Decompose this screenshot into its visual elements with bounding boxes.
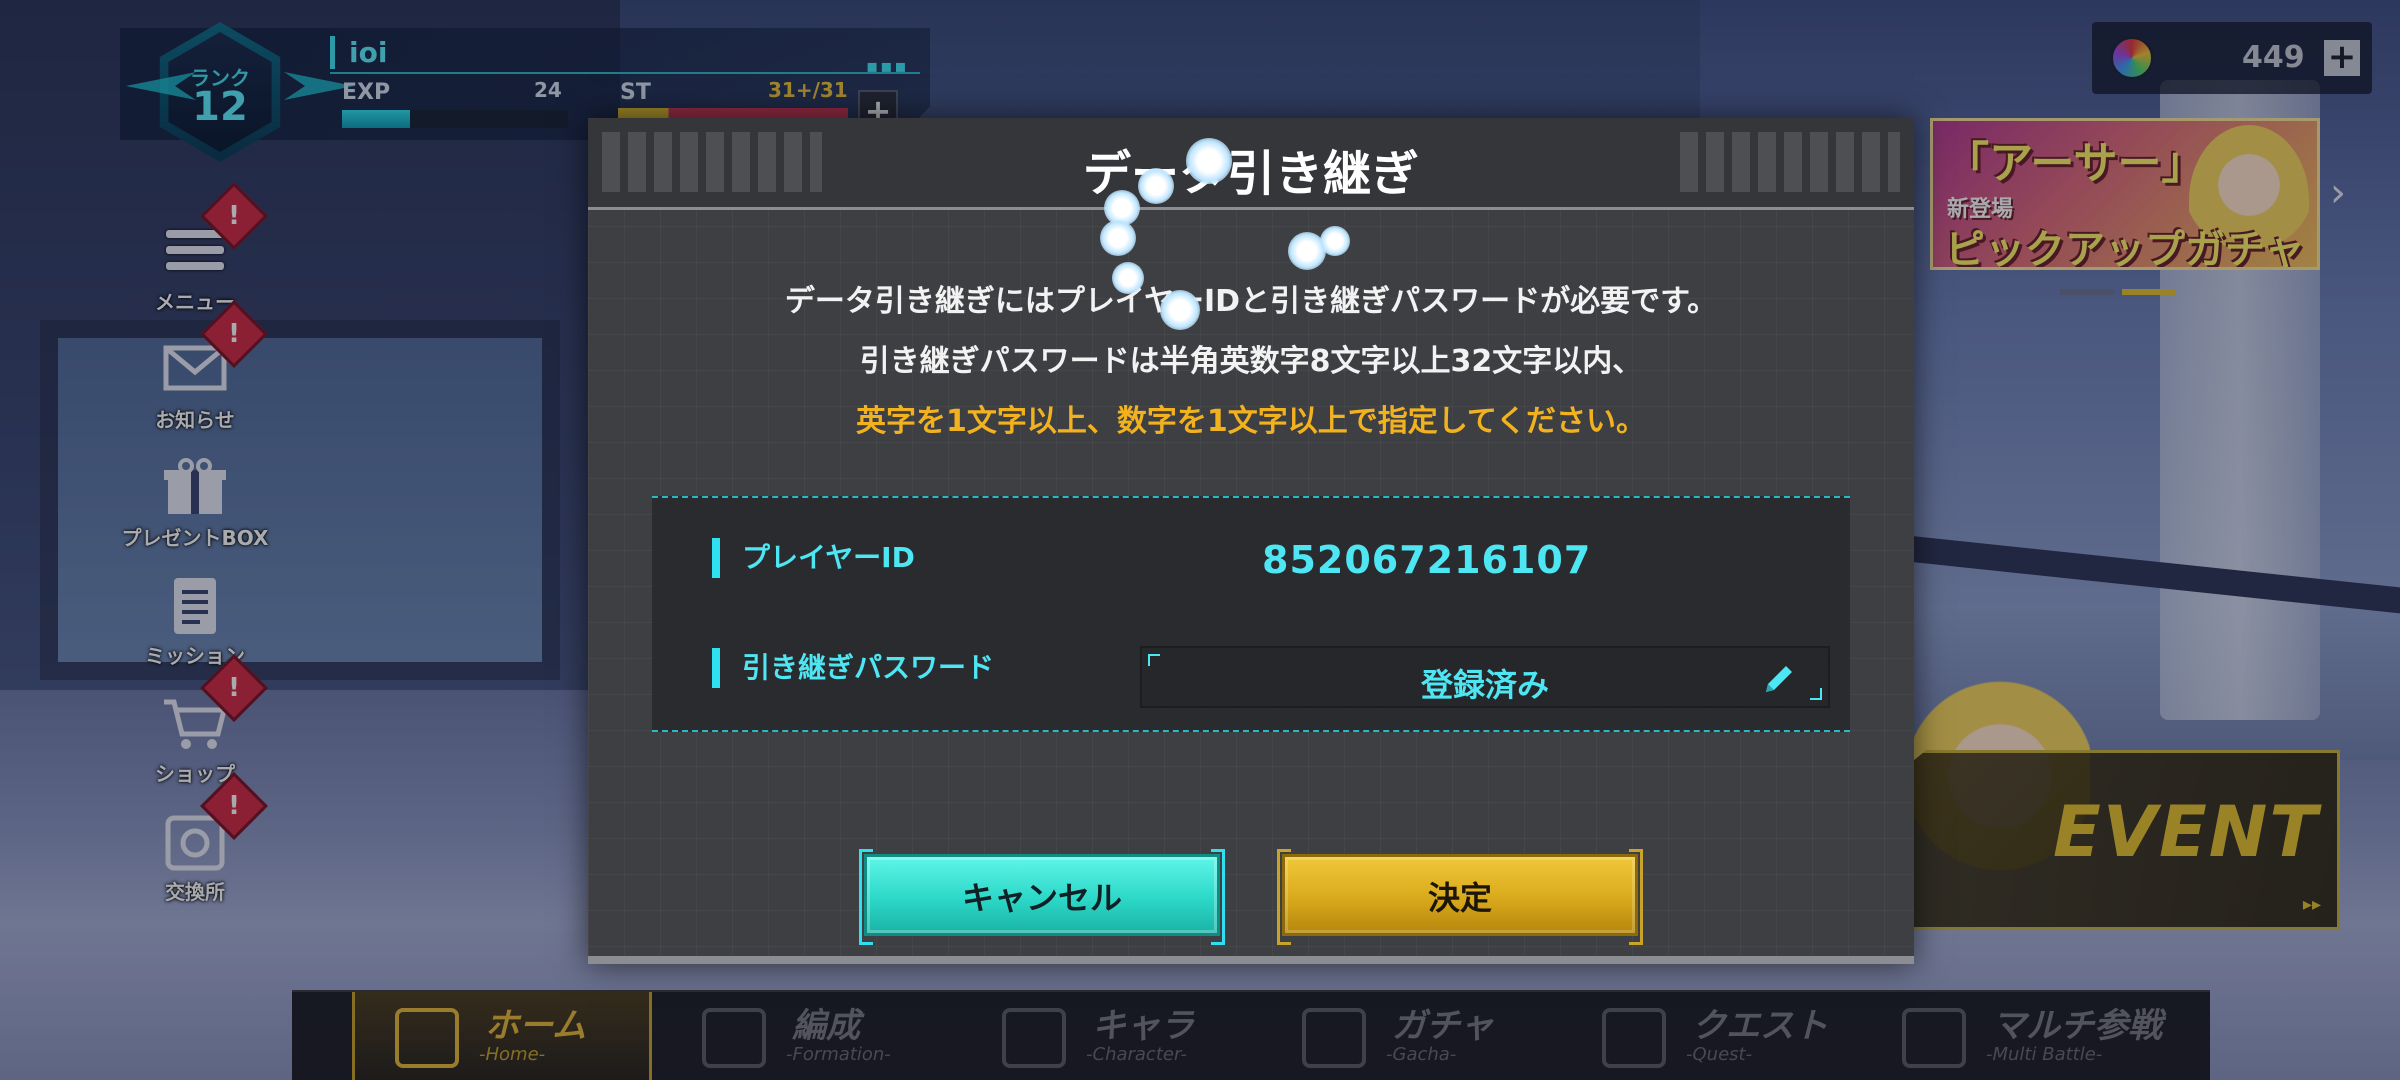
dialog-bottom-border bbox=[588, 956, 1914, 964]
loading-particle-icon bbox=[1112, 262, 1144, 294]
loading-particle-icon bbox=[1138, 168, 1174, 204]
loading-particle-icon bbox=[1100, 220, 1136, 256]
dialog-message-line-3: 英字を1文字以上、数字を1文字以上で指定してください。 bbox=[856, 404, 1646, 439]
confirm-button-label: 決定 bbox=[1427, 879, 1492, 917]
cancel-button-label: キャンセル bbox=[961, 879, 1122, 917]
loading-particle-icon bbox=[1160, 290, 1200, 330]
player-id-label: プレイヤーID bbox=[712, 538, 1026, 578]
transfer-info-panel: プレイヤーID 852067216107 引き継ぎパスワード 登録済み bbox=[652, 496, 1850, 732]
dialog-title: データ引き継ぎ bbox=[1082, 146, 1419, 202]
button-bracket bbox=[1211, 849, 1225, 945]
pencil-edit-icon[interactable] bbox=[1760, 660, 1798, 698]
button-bracket bbox=[859, 849, 873, 945]
dialog-header: データ引き継ぎ bbox=[588, 118, 1914, 210]
dialog-message-line-2: 引き継ぎパスワードは半角英数字8文字以上32文字以内、 bbox=[859, 344, 1643, 379]
data-transfer-dialog: データ引き継ぎ データ引き継ぎにはプレイヤーIDと引き継ぎパスワードが必要です。… bbox=[588, 118, 1914, 964]
cancel-button[interactable]: キャンセル bbox=[859, 849, 1225, 945]
password-field[interactable]: 登録済み bbox=[1140, 646, 1830, 708]
loading-particle-icon bbox=[1186, 138, 1232, 184]
player-id-value: 852067216107 bbox=[1262, 538, 1592, 582]
loading-particle-icon bbox=[1320, 226, 1350, 256]
button-bracket bbox=[1277, 849, 1291, 945]
confirm-button[interactable]: 決定 bbox=[1277, 849, 1643, 945]
button-bracket bbox=[1629, 849, 1643, 945]
password-value: 登録済み bbox=[1420, 666, 1549, 704]
password-label: 引き継ぎパスワード bbox=[712, 648, 1026, 688]
dialog-message-line-1: データ引き継ぎにはプレイヤーIDと引き継ぎパスワードが必要です。 bbox=[784, 284, 1718, 319]
